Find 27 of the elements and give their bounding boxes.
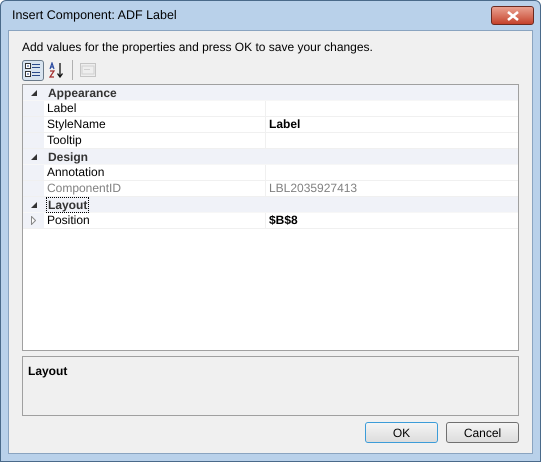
property-name[interactable]: Annotation <box>44 165 266 180</box>
dialog-button[interactable]: OK <box>365 422 438 443</box>
categorized-icon <box>25 62 41 78</box>
property-pages-icon <box>80 63 96 77</box>
expanded-icon[interactable] <box>30 90 36 96</box>
property-name[interactable]: Position <box>44 213 266 228</box>
categorized-button[interactable] <box>22 60 44 80</box>
sort-icon <box>49 62 65 78</box>
property-value[interactable]: LBL2035927413 <box>266 181 518 196</box>
property-name[interactable]: StyleName <box>44 117 266 132</box>
category-header[interactable]: Appearance <box>47 86 118 100</box>
instruction-text: Add values for the properties and press OK to save your changes. <box>22 40 374 55</box>
property-name[interactable]: Label <box>44 101 266 116</box>
property-name[interactable]: Tooltip <box>44 133 266 148</box>
category-header[interactable]: Layout <box>47 198 88 212</box>
window-title: Insert Component: ADF Label <box>12 7 177 24</box>
close-button[interactable] <box>491 6 534 25</box>
property-name[interactable]: ComponentID <box>44 181 266 196</box>
property-value[interactable]: Label <box>266 117 518 132</box>
expanded-icon[interactable] <box>30 202 36 208</box>
category-header[interactable]: Design <box>47 150 90 164</box>
close-icon <box>506 10 518 20</box>
property-value[interactable]: $B$8 <box>266 213 518 228</box>
collapsed-icon[interactable] <box>31 216 36 225</box>
description-title: Layout <box>28 364 68 378</box>
dialog-button[interactable]: Cancel <box>446 422 519 443</box>
expanded-icon[interactable] <box>30 154 36 160</box>
